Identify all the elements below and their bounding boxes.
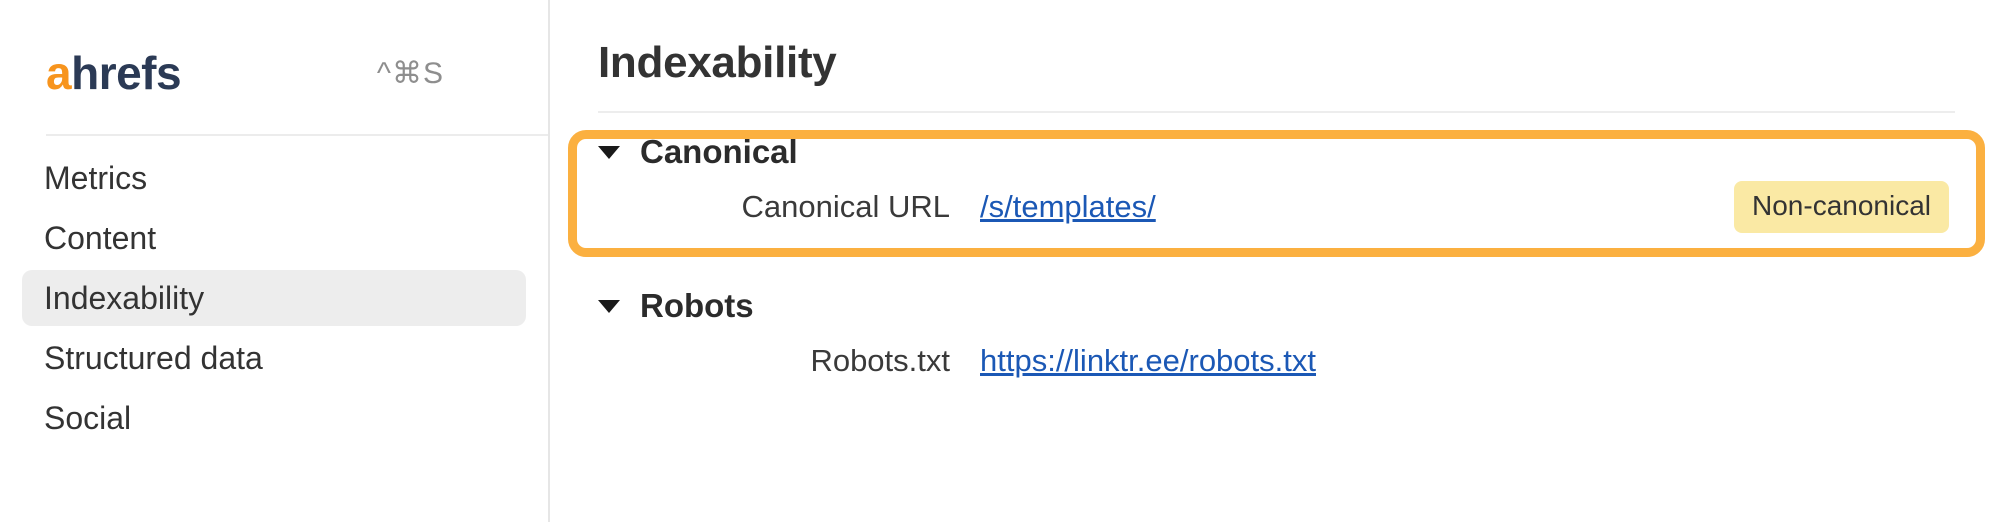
row-label: Canonical URL <box>741 189 951 224</box>
title-divider <box>598 111 1955 113</box>
ahrefs-seo-toolbar-panel: ahrefs ^⌘S Metrics Content Indexability … <box>0 0 1999 522</box>
sidebar-item-content[interactable]: Content <box>22 210 526 266</box>
sidebar-item-metrics[interactable]: Metrics <box>22 150 526 206</box>
sidebar-item-structured-data[interactable]: Structured data <box>22 330 526 386</box>
sidebar-item-indexability[interactable]: Indexability <box>22 270 526 326</box>
caret-down-icon[interactable] <box>598 299 620 313</box>
keyboard-shortcut-hint: ^⌘S <box>376 56 444 90</box>
section-header-robots[interactable]: Robots <box>550 282 1999 330</box>
sidebar-header: ahrefs ^⌘S <box>0 0 548 108</box>
ahrefs-logo[interactable]: ahrefs <box>46 47 182 99</box>
main-content: Indexability Canonical Canonical URL /s/… <box>550 0 1999 522</box>
sidebar-divider <box>46 134 548 136</box>
section-title: Canonical <box>640 133 798 170</box>
sidebar-item-label: Metrics <box>44 159 148 196</box>
sidebar-item-social[interactable]: Social <box>22 390 526 446</box>
logo-wordmark: hrefs <box>71 47 182 99</box>
section-title: Robots <box>640 287 754 324</box>
section-robots: Robots Robots.txt https://linktr.ee/robo… <box>550 282 1999 392</box>
canonical-url-link[interactable]: /s/templates/ <box>980 189 1156 225</box>
sidebar-item-label: Indexability <box>44 279 205 316</box>
sidebar-nav: Metrics Content Indexability Structured … <box>0 150 548 450</box>
row-label: Robots.txt <box>810 343 950 378</box>
logo-accent-letter: a <box>46 47 72 99</box>
caret-down-icon[interactable] <box>598 145 620 159</box>
page-title: Indexability <box>598 38 837 87</box>
row-canonical-url: Canonical URL /s/templates/ Non-canonica… <box>550 176 1999 238</box>
sidebar: ahrefs ^⌘S Metrics Content Indexability … <box>0 0 550 522</box>
row-robots-txt: Robots.txt https://linktr.ee/robots.txt <box>550 330 1999 392</box>
sidebar-item-label: Structured data <box>44 339 263 376</box>
section-header-canonical[interactable]: Canonical <box>550 128 1999 176</box>
sidebar-item-label: Content <box>44 219 157 256</box>
status-badge: Non-canonical <box>1734 181 1949 233</box>
sidebar-item-label: Social <box>44 399 132 436</box>
robots-txt-link[interactable]: https://linktr.ee/robots.txt <box>980 343 1316 379</box>
section-canonical: Canonical Canonical URL /s/templates/ No… <box>550 128 1999 238</box>
